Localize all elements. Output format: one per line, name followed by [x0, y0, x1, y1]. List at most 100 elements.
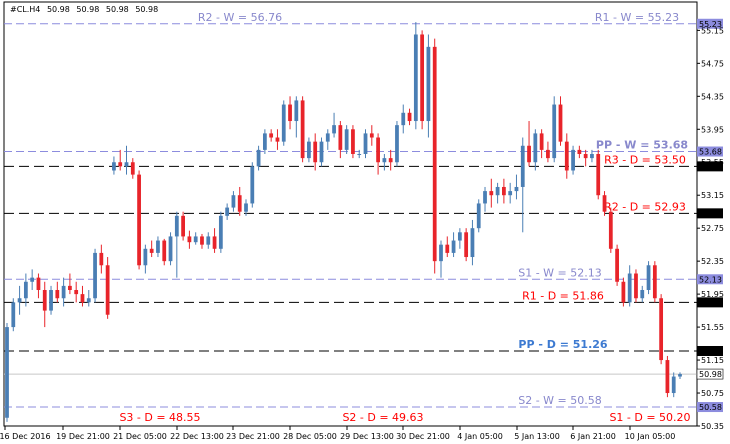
candle-body [432, 46, 437, 262]
candle-body [369, 133, 374, 138]
candle-body [130, 162, 135, 175]
chart-header: #CL.H4 50.98 50.98 50.98 50.98 [10, 5, 158, 14]
chart-svg: R2 - W = 56.76 R1 - W = 55.2355.23PP - W … [0, 1, 724, 441]
candle-body [193, 236, 198, 243]
candle-body [281, 104, 286, 142]
candle-body [288, 104, 292, 122]
candle-body [332, 125, 336, 134]
level-label: S2 - W = 50.58 [518, 394, 602, 407]
candle-body [652, 265, 657, 299]
candle-body [615, 248, 619, 282]
candle-body [590, 154, 594, 159]
level-label: R1 - D = 51.86 [522, 289, 604, 302]
candle-body [608, 211, 613, 249]
candle-body [206, 236, 211, 245]
candle-body [61, 285, 66, 299]
candle-body [502, 186, 506, 196]
candle-body [256, 149, 261, 167]
candle-body [426, 46, 431, 122]
candle-body [275, 137, 280, 142]
level-label: PP - D = 51.26 [518, 338, 607, 351]
candle-body [659, 298, 664, 361]
candle-body [42, 290, 47, 311]
level-label: R2 - D = 52.93 [604, 200, 686, 213]
candle-body [269, 133, 274, 138]
level-label: PP - W = 53.68 [596, 139, 688, 152]
candle-body [105, 265, 110, 315]
candle-body [401, 112, 406, 126]
candle-body [137, 174, 141, 266]
candle-body [344, 129, 349, 150]
candle-body [420, 34, 425, 122]
candle-body [678, 374, 682, 377]
bottom-level-label: S3 - D = 48.55 [119, 411, 200, 424]
level-label: R2 - W = 56.76 [198, 11, 282, 24]
candle-body [325, 133, 330, 142]
candle-body [445, 244, 450, 253]
level-tag-label: 52.13 [699, 275, 722, 284]
candle-body [552, 104, 557, 159]
x-tick-label: 10 Jan 05:00 [625, 432, 676, 441]
candle-body [68, 285, 72, 290]
level-label: R1 - W = 55.23 [595, 11, 679, 24]
candle-body [74, 290, 79, 295]
x-tick-label: 19 Dec 21:00 [56, 432, 110, 441]
candle-body [231, 195, 236, 208]
candle-body [118, 162, 123, 167]
candle-body [439, 244, 443, 262]
level-tag-label: 50.58 [699, 403, 722, 412]
candle-body [124, 162, 129, 167]
candle-body [225, 207, 230, 216]
candle-body [262, 133, 267, 150]
candle-body [93, 252, 97, 299]
y-tick-label: 53.95 [701, 125, 724, 134]
y-tick-label: 51.15 [701, 356, 724, 365]
candle-body [413, 34, 418, 122]
y-tick-label: 50.35 [701, 422, 724, 431]
y-tick-label: 53.55 [701, 158, 724, 167]
candle-body [357, 154, 362, 155]
candle-body [338, 125, 343, 150]
candle-body [640, 290, 645, 299]
candle-body [483, 191, 487, 204]
level-tag-label: 52.93 [699, 209, 722, 218]
candle-body [382, 158, 387, 163]
candle-body [351, 129, 355, 154]
candle-body [294, 100, 299, 122]
candle-body [143, 248, 148, 266]
y-tick-label: 54.75 [701, 59, 724, 68]
candle-body [376, 137, 380, 163]
candle-body [86, 298, 91, 303]
candle-body [49, 290, 53, 311]
candle-body [156, 240, 160, 253]
candle-body [514, 186, 519, 192]
candle-body [464, 232, 469, 258]
candle-body [30, 277, 35, 282]
candle-body [244, 203, 248, 212]
candle-body [187, 236, 192, 243]
x-tick-label: 23 Dec 21:00 [226, 432, 280, 441]
candle-body [596, 154, 601, 196]
candle-body [17, 298, 22, 303]
candle-body [451, 240, 456, 253]
candle-body [489, 191, 494, 196]
candle-body [395, 125, 399, 163]
chart-header-ohlc-high: 50.98 [76, 5, 99, 14]
candle-body [300, 100, 305, 159]
candle-body [168, 236, 173, 262]
level-label: S1 - W = 52.13 [518, 266, 602, 279]
candle-body [36, 277, 41, 290]
candle-body [237, 195, 242, 212]
candle-body [112, 162, 116, 171]
candle-body [527, 145, 531, 163]
candle-body [533, 133, 538, 163]
candle-body [621, 281, 626, 303]
candle-body [307, 141, 311, 159]
candle-body [520, 145, 525, 187]
current-price-tag-label: 50.98 [699, 370, 722, 379]
x-tick-label: 5 Jan 13:00 [514, 432, 560, 441]
plot-frame [3, 1, 698, 427]
x-tick-label: 30 Dec 21:00 [396, 432, 450, 441]
candle-body [457, 232, 462, 241]
level-label: R3 - D = 53.50 [604, 153, 686, 166]
